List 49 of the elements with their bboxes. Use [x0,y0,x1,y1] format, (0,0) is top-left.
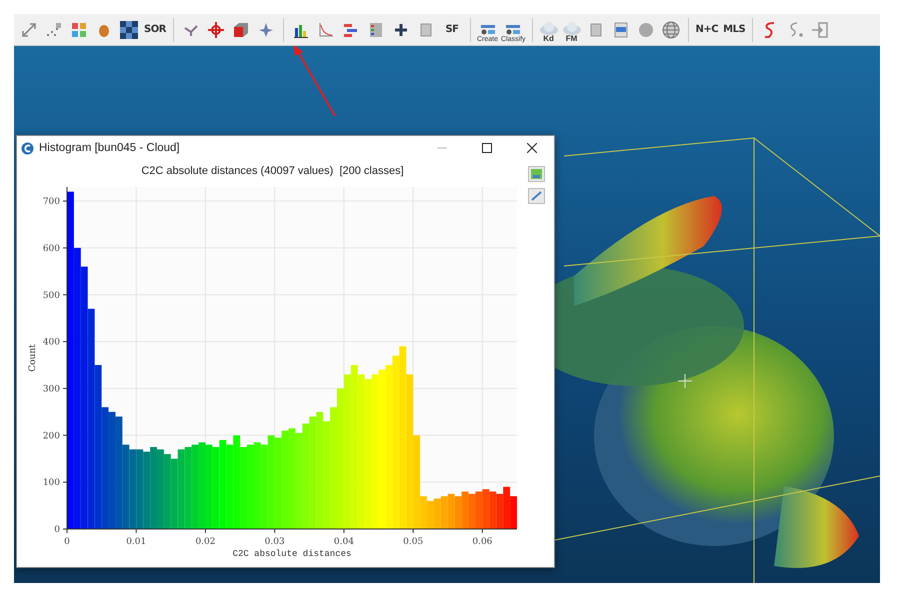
crosshair-icon[interactable] [207,20,225,38]
toolbar-button[interactable]: FM [562,16,582,42]
y-tick-label: 100 [42,478,60,488]
toolbar-button[interactable]: N+C [694,18,720,40]
y-tick-label: 600 [42,244,60,254]
pen-icon [531,191,542,201]
y-axis-label: Count [28,344,38,372]
x-tick-label: 0.01 [126,537,146,547]
classifier-icon [480,24,496,36]
star-icon[interactable] [257,20,275,38]
x-axis-label: C2C absolute distances [232,549,351,559]
cloud-icon [538,20,559,34]
x-tick-label: 0.02 [194,537,215,547]
y-tick-label: 200 [42,431,60,442]
x-tick-label: 0.03 [264,537,284,547]
x-tick-label: 0.04 [333,537,354,547]
y-tick-label: 400 [42,338,60,348]
y-tick-label: 500 [42,290,60,301]
toolbar-button[interactable]: MLS [722,18,746,40]
arrows-icon[interactable] [20,20,38,38]
sphere-icon[interactable] [636,20,655,38]
toolbar-button[interactable]: Kd [538,16,559,42]
maximize-icon [482,143,492,153]
checker-icon[interactable] [120,20,138,38]
window-title: Histogram [bun045 - Cloud] [39,142,181,154]
color-grid-icon[interactable] [70,20,88,38]
toolbar-button[interactable]: SF [440,18,464,40]
box-icon[interactable] [232,20,250,38]
y-tick-label: 300 [42,384,60,394]
export-image-button[interactable] [528,188,545,204]
cloud-icon [562,20,582,34]
chart-title: C2C absolute distances (40097 values) [200 classes] [141,164,404,179]
curve-chart-icon[interactable] [317,20,335,38]
mesh-sphere-icon[interactable] [662,20,680,38]
close-icon [527,143,537,153]
app-logo-icon [21,142,34,154]
export-button[interactable] [528,166,545,182]
classifier-icon [505,24,522,36]
scatter-dots-icon[interactable] [45,20,63,38]
y-tick-label: 700 [42,197,60,208]
toolbar-button[interactable]: SOR [143,18,167,40]
import-icon[interactable] [811,20,830,38]
x-tick-label: 0 [64,537,70,547]
export-icon [531,169,542,179]
document-icon[interactable] [612,20,630,38]
x-tick-label: 0.06 [472,537,492,547]
y-tick-label: 0 [54,525,60,535]
x-tick-label: 0.05 [402,537,423,547]
palette-icon[interactable] [367,20,385,38]
